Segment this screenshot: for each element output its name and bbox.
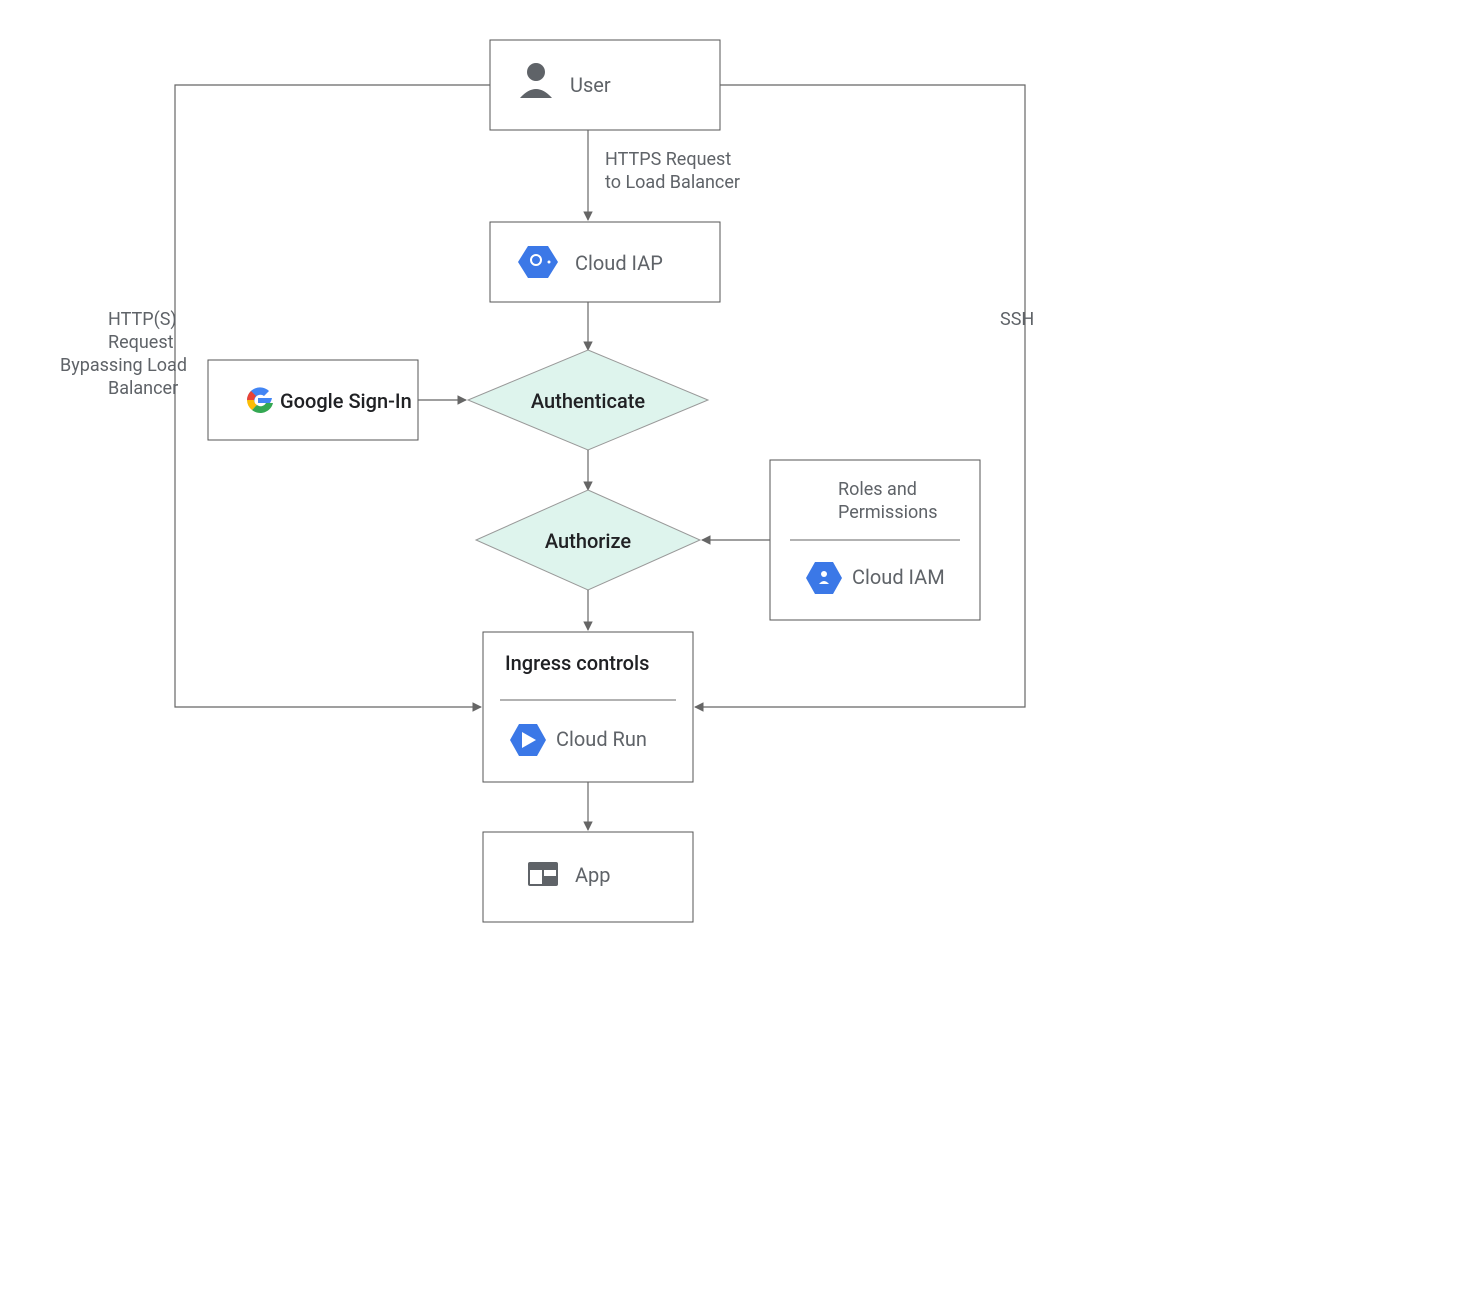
- cloud-iam-label: Cloud IAM: [852, 565, 945, 589]
- google-signin-node: Google Sign-In: [208, 360, 418, 440]
- app-icon: [528, 862, 558, 886]
- authenticate-node: Authenticate: [468, 350, 708, 450]
- authorize-label: Authorize: [545, 529, 631, 553]
- https-label-1: HTTPS Request: [605, 149, 731, 170]
- google-signin-label: Google Sign-In: [280, 389, 412, 413]
- authenticate-label: Authenticate: [531, 389, 646, 413]
- authorize-node: Authorize: [476, 490, 700, 590]
- app-label: App: [575, 863, 611, 887]
- cloud-run-label: Cloud Run: [556, 727, 647, 751]
- user-label: User: [570, 73, 611, 97]
- left-label-3: Bypassing Load: [60, 355, 187, 376]
- https-label-2: to Load Balancer: [605, 172, 740, 193]
- left-label-4: Balancer: [108, 378, 178, 399]
- cloud-iap-node: Cloud IAP: [490, 222, 720, 302]
- cloud-iap-label: Cloud IAP: [575, 251, 663, 275]
- ssh-label: SSH: [1000, 309, 1034, 330]
- ingress-title: Ingress controls: [505, 651, 649, 675]
- left-label-1: HTTP(S): [108, 309, 177, 330]
- ingress-node: Ingress controls Cloud Run: [483, 632, 693, 782]
- left-label-2: Request: [108, 332, 174, 353]
- roles-node: Roles and Permissions Cloud IAM: [770, 460, 980, 620]
- roles-title-1: Roles and: [838, 479, 917, 500]
- user-node: User: [490, 40, 720, 130]
- app-node: App: [483, 832, 693, 922]
- roles-title-2: Permissions: [838, 502, 938, 523]
